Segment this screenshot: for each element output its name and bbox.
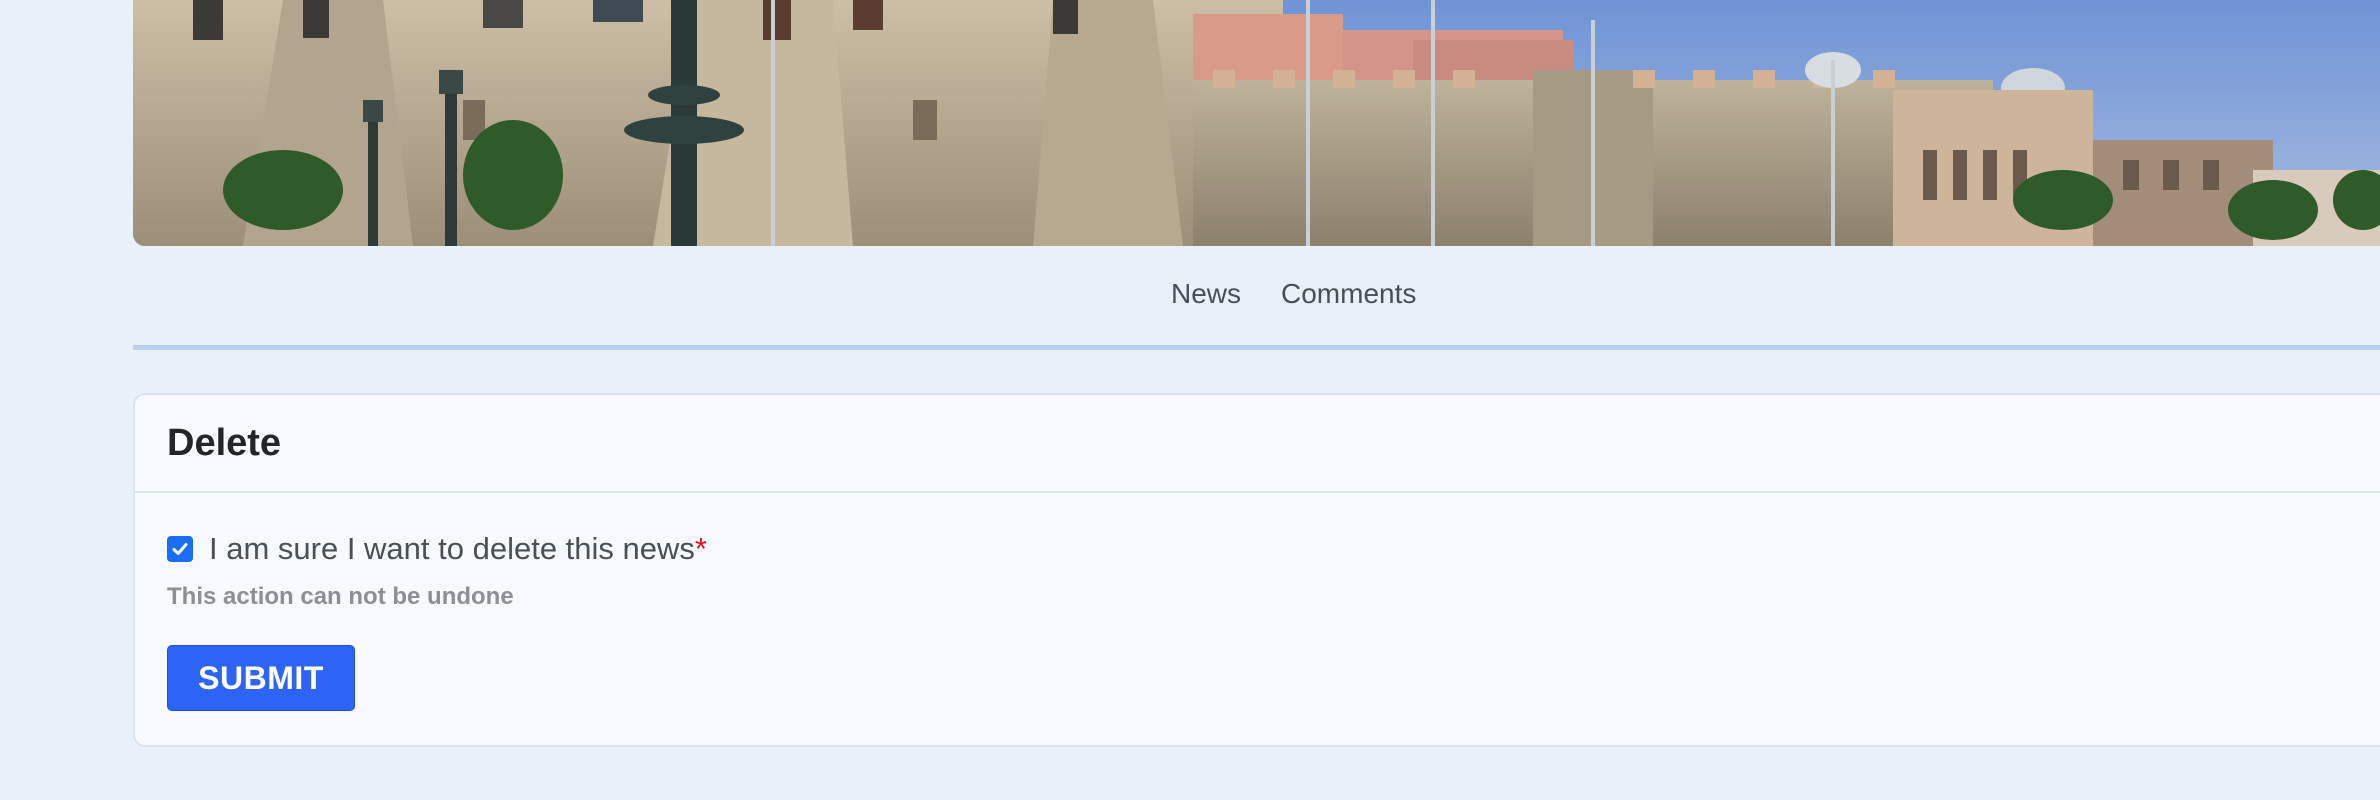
main-nav: News Comments: [133, 246, 2380, 350]
confirm-checkbox[interactable]: [167, 536, 193, 562]
required-marker: *: [694, 531, 707, 566]
card-body: I am sure I want to delete this news * Th…: [135, 493, 2380, 711]
warning-hint: This action can not be undone: [167, 583, 514, 610]
nav-divider: [133, 345, 2380, 350]
delete-form-card: Delete I am sure I want to delete this n…: [133, 393, 2380, 747]
checkmark-icon: [172, 543, 188, 555]
page-title: Delete: [167, 421, 282, 464]
nav-link-news[interactable]: News: [1171, 278, 1241, 310]
confirm-row: I am sure I want to delete this news *: [167, 529, 2359, 569]
confirm-label[interactable]: I am sure I want to delete this news: [209, 531, 695, 567]
page: News Comments Delete I am sure I want to…: [0, 0, 2380, 800]
submit-button[interactable]: SUBMIT: [167, 645, 355, 711]
card-header: Delete: [135, 395, 2380, 493]
fortress-photo: [133, 0, 2380, 246]
nav-links: News Comments: [1171, 278, 1416, 310]
nav-link-comments[interactable]: Comments: [1281, 278, 1416, 310]
banner-image: [133, 0, 2380, 246]
